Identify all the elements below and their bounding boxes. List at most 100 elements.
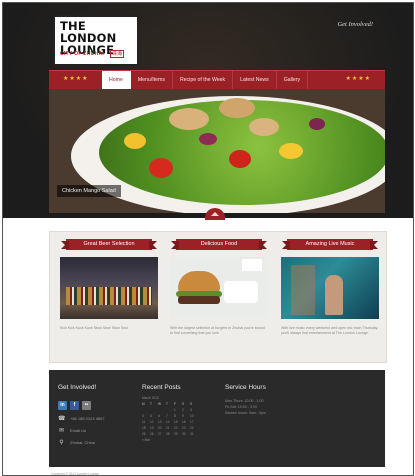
salad-tomato bbox=[149, 158, 173, 178]
site-logo[interactable]: THE LONDON LOUNGE CITY OF ZHUHAI 珠海 bbox=[53, 15, 139, 66]
footer-get-involved-title: Get Involved! bbox=[58, 384, 97, 391]
footer-email[interactable]: Email Us bbox=[70, 428, 86, 433]
burger-bun bbox=[178, 271, 220, 293]
stage-lights bbox=[291, 265, 315, 315]
calendar-date[interactable]: 9 bbox=[182, 414, 190, 418]
nav-item-menu[interactable]: Menu/Items bbox=[131, 71, 173, 89]
footer-calendar: March 2013 M T W T F S S 1 2 3 4 5 6 7 8 9 10 11 12 13 14 15 1… bbox=[142, 396, 198, 442]
calendar-day-header: S bbox=[182, 402, 185, 406]
service-hours: Mon-Thurs: 10:00 - 1:00 Fri-Sat: 10:00 -… bbox=[225, 398, 266, 416]
calendar-date bbox=[166, 408, 174, 412]
music-image bbox=[281, 257, 379, 319]
hours-line: Kitchen hours: 9am - 9pm bbox=[225, 411, 267, 415]
footer-location-row: ⚲ Zhuhai, China bbox=[58, 439, 95, 446]
burger-patty bbox=[178, 296, 220, 304]
calendar-month: March 2013 bbox=[142, 396, 159, 400]
calendar-date[interactable]: 25 bbox=[142, 432, 150, 436]
calendar-date[interactable]: 3 bbox=[190, 408, 198, 412]
calendar-date[interactable]: 12 bbox=[150, 420, 158, 424]
calendar-date[interactable]: 23 bbox=[182, 426, 190, 430]
salad-chicken bbox=[219, 98, 255, 118]
calendar-date[interactable]: 30 bbox=[182, 432, 190, 436]
feature-text: Kick Kick Kuck Kove Stow Stow Stow Soul bbox=[60, 326, 128, 330]
nav-item-home[interactable]: Home bbox=[102, 71, 131, 89]
main-nav: ★★★★ Home Menu/Items Recipe of the Week … bbox=[49, 70, 385, 89]
beer-bottles bbox=[66, 287, 152, 305]
logo-title-line1: THE LONDON bbox=[60, 19, 117, 45]
calendar-date[interactable]: 21 bbox=[166, 426, 174, 430]
calendar-day-header: M bbox=[142, 402, 145, 406]
nav-items: Home Menu/Items Recipe of the Week Lates… bbox=[102, 71, 309, 89]
hero-slider[interactable]: Chicken Mango Salad bbox=[49, 88, 385, 213]
calendar-date[interactable]: 28 bbox=[166, 432, 174, 436]
performer bbox=[325, 275, 343, 315]
beer-image bbox=[60, 257, 158, 319]
calendar-date[interactable]: 8 bbox=[174, 414, 182, 418]
footer-location: Zhuhai, China bbox=[70, 440, 95, 445]
features-section: Great Beer Selection Kick Kick Kuck Kove… bbox=[49, 231, 387, 363]
salad-mango bbox=[124, 133, 146, 149]
calendar-day-header: F bbox=[174, 402, 176, 406]
calendar-date[interactable]: 20 bbox=[158, 426, 166, 430]
calendar-date bbox=[158, 408, 166, 412]
facebook-icon[interactable]: f bbox=[70, 401, 79, 410]
salad-onion bbox=[199, 133, 217, 145]
burger-label bbox=[242, 259, 262, 271]
calendar-date[interactable]: 29 bbox=[174, 432, 182, 436]
footer-service-hours-title: Service Hours bbox=[225, 384, 266, 391]
calendar-prev-link[interactable]: « Mar bbox=[142, 438, 198, 442]
feature-title: Great Beer Selection bbox=[61, 239, 157, 250]
calendar-date[interactable]: 4 bbox=[142, 414, 150, 418]
calendar-date[interactable]: 13 bbox=[158, 420, 166, 424]
page-frame: THE LONDON LOUNGE CITY OF ZHUHAI 珠海 Get … bbox=[2, 2, 414, 476]
site-footer: Get Involved! in f •• ☎ +86 185 0123 4567… bbox=[49, 370, 385, 467]
feature-text: With live music every weekend and open m… bbox=[281, 326, 379, 335]
get-involved-link[interactable]: Get Involved! bbox=[337, 21, 373, 28]
feature-title: Delicious Food bbox=[171, 239, 267, 250]
calendar-date[interactable]: 26 bbox=[150, 432, 158, 436]
nav-stars-left: ★★★★ bbox=[63, 76, 89, 82]
calendar-day-header: T bbox=[150, 402, 152, 406]
flickr-icon[interactable]: •• bbox=[82, 401, 91, 410]
nav-item-news[interactable]: Latest News bbox=[233, 71, 277, 89]
logo-subtitle: CITY OF ZHUHAI bbox=[60, 51, 105, 57]
nav-item-gallery[interactable]: Gallery bbox=[277, 71, 309, 89]
calendar-date[interactable]: 17 bbox=[190, 420, 198, 424]
feature-text: With the largest selection of burgers in… bbox=[170, 326, 265, 335]
calendar-date[interactable]: 1 bbox=[174, 408, 182, 412]
calendar-date[interactable]: 24 bbox=[190, 426, 198, 430]
salad-onion bbox=[309, 118, 325, 130]
calendar-date[interactable]: 22 bbox=[174, 426, 182, 430]
calendar-date[interactable]: 27 bbox=[158, 432, 166, 436]
calendar-date[interactable]: 7 bbox=[166, 414, 174, 418]
calendar-date[interactable]: 11 bbox=[142, 420, 150, 424]
calendar-date bbox=[142, 408, 150, 412]
side-dish bbox=[224, 281, 258, 303]
calendar-date[interactable]: 6 bbox=[158, 414, 166, 418]
calendar-date[interactable]: 10 bbox=[190, 414, 198, 418]
footer-phone-row: ☎ +86 185 0123 4567 bbox=[58, 415, 105, 422]
logo-subtitle-cn: 珠海 bbox=[110, 50, 125, 58]
salad-mango bbox=[279, 143, 303, 159]
footer-phone[interactable]: +86 185 0123 4567 bbox=[70, 416, 105, 421]
calendar-date[interactable]: 31 bbox=[190, 432, 198, 436]
salad-chicken bbox=[169, 108, 209, 130]
calendar-date[interactable]: 15 bbox=[174, 420, 182, 424]
burger-image bbox=[170, 257, 268, 319]
calendar-date[interactable]: 2 bbox=[182, 408, 190, 412]
calendar-date[interactable]: 19 bbox=[150, 426, 158, 430]
calendar-date bbox=[150, 408, 158, 412]
phone-icon: ☎ bbox=[58, 416, 66, 422]
calendar-date[interactable]: 14 bbox=[166, 420, 174, 424]
calendar-date[interactable]: 16 bbox=[182, 420, 190, 424]
location-pin-icon: ⚲ bbox=[59, 440, 64, 446]
linkedin-icon[interactable]: in bbox=[58, 401, 67, 410]
nav-item-recipe[interactable]: Recipe of the Week bbox=[173, 71, 234, 89]
copyright-text: Copyright © 2013 London Lounge bbox=[51, 472, 99, 476]
feature-title: Amazing Live Music bbox=[282, 239, 378, 250]
calendar-date[interactable]: 18 bbox=[142, 426, 150, 430]
hero-caption: Chicken Mango Salad bbox=[57, 185, 121, 197]
mail-icon: ✉ bbox=[58, 428, 65, 434]
calendar-day-header: W bbox=[158, 402, 162, 406]
calendar-date[interactable]: 5 bbox=[150, 414, 158, 418]
